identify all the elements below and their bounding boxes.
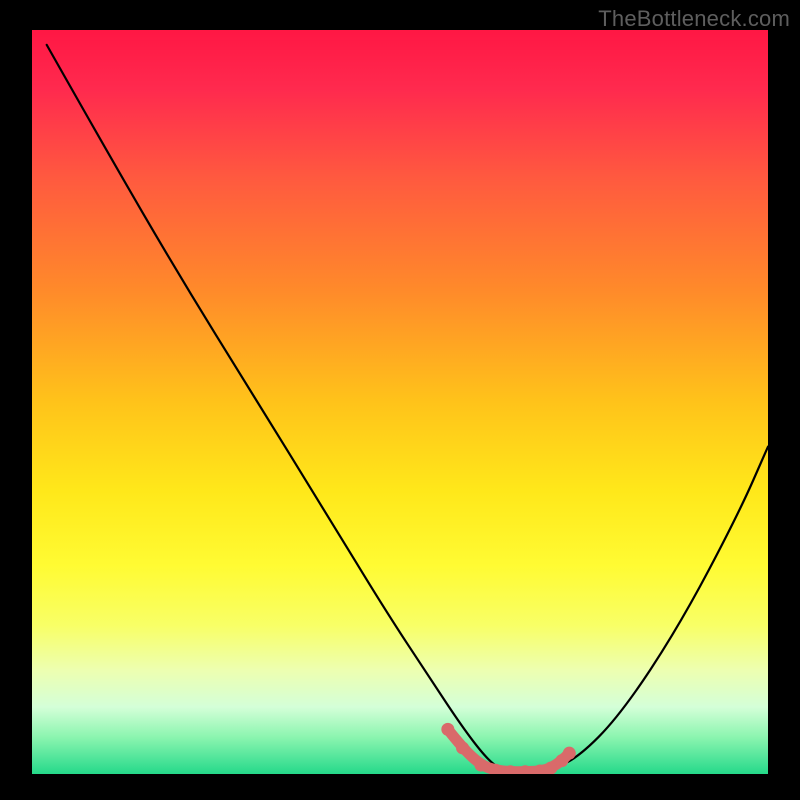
optimal-dot (563, 747, 576, 760)
watermark-label: TheBottleneck.com (598, 6, 790, 32)
optimal-dot (456, 741, 469, 754)
optimal-dot (544, 762, 557, 775)
optimal-dot (474, 759, 487, 772)
plot-area (32, 30, 768, 774)
optimal-dot (504, 765, 517, 778)
optimal-dot (533, 765, 546, 778)
bottleneck-chart (0, 0, 800, 800)
optimal-dot (441, 723, 454, 736)
optimal-dot (489, 764, 502, 777)
optimal-dot (519, 765, 532, 778)
chart-frame: TheBottleneck.com (0, 0, 800, 800)
